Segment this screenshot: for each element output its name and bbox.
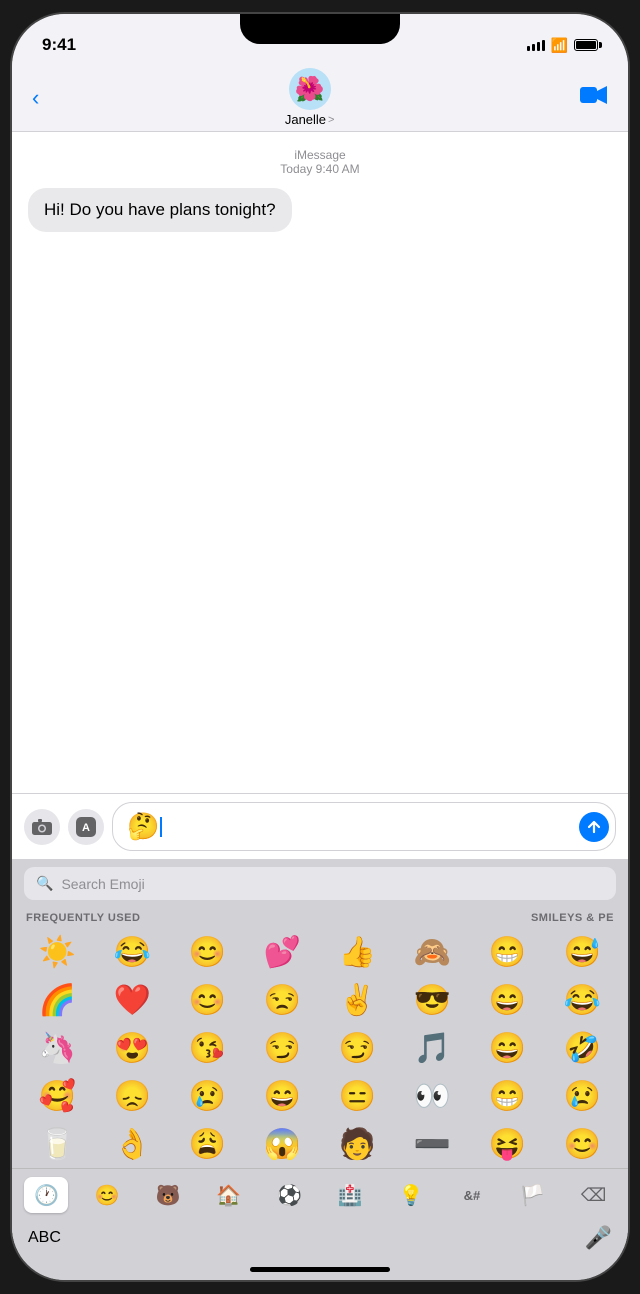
message-row: Hi! Do you have plans tonight? xyxy=(28,188,612,232)
emoji-laugh2[interactable]: 😄 xyxy=(245,1074,320,1118)
emoji-row-2: 🌈 ❤️ 😊 😒 ✌️ 😎 😄 😂 xyxy=(12,976,628,1024)
emoji-row-4: 🥰 😞 😢 😄 😑 👀 😁 😢 xyxy=(12,1072,628,1120)
tab-activities[interactable]: ⚽ xyxy=(268,1177,312,1213)
emoji-unamused[interactable]: 😒 xyxy=(245,978,320,1022)
emoji-tab-bar: 🕐 😊 🐻 🏠 ⚽ 🏥 💡 &# 🏳️ ⌫ xyxy=(12,1168,628,1219)
tab-smileys[interactable]: 😊 xyxy=(85,1177,129,1213)
emoji-cry[interactable]: 😢 xyxy=(170,1074,245,1118)
phone-screen: 9:41 📶 ‹ 🌺 xyxy=(12,14,628,1280)
emoji-music[interactable]: 🎵 xyxy=(395,1026,470,1070)
keyboard-bottom-bar: ABC 🎤 xyxy=(12,1219,628,1261)
emoji-ok[interactable]: 👌 xyxy=(95,1122,170,1166)
search-icon: 🔍 xyxy=(36,875,53,892)
emoji-zany[interactable]: 😄 xyxy=(470,1026,545,1070)
tab-places[interactable]: 🏥 xyxy=(328,1177,372,1213)
chevron-right-icon: > xyxy=(328,114,334,126)
tab-animals[interactable]: 🐻 xyxy=(146,1177,190,1213)
svg-text:A: A xyxy=(82,822,90,834)
emoji-grin2[interactable]: 😁 xyxy=(470,1074,545,1118)
text-cursor xyxy=(160,817,162,837)
home-indicator xyxy=(250,1267,390,1272)
tab-symbols[interactable]: 💡 xyxy=(389,1177,433,1213)
status-time: 9:41 xyxy=(42,35,76,55)
input-area: A 🤔 xyxy=(12,793,628,859)
tab-recent[interactable]: 🕐 xyxy=(24,1177,68,1213)
emoji-laugh-cry[interactable]: 😂 xyxy=(95,930,170,974)
phone-frame: 9:41 📶 ‹ 🌺 xyxy=(10,12,630,1282)
thinking-emoji: 🤔 xyxy=(127,811,159,842)
emoji-minus[interactable]: ➖ xyxy=(395,1122,470,1166)
emoji-search-bar[interactable]: 🔍 Search Emoji xyxy=(24,867,616,900)
message-bubble: Hi! Do you have plans tonight? xyxy=(28,188,292,232)
emoji-kiss[interactable]: 😘 xyxy=(170,1026,245,1070)
emoji-tired[interactable]: 😩 xyxy=(170,1122,245,1166)
emoji-unicorn[interactable]: 🦄 xyxy=(20,1026,95,1070)
emoji-cry-laugh[interactable]: 😂 xyxy=(545,978,620,1022)
abc-button[interactable]: ABC xyxy=(28,1229,61,1247)
nav-bar: ‹ 🌺 Janelle > xyxy=(12,64,628,132)
emoji-smile[interactable]: 😊 xyxy=(170,930,245,974)
emoji-row-3: 🦄 😍 😘 😏 😏 🎵 😄 🤣 xyxy=(12,1024,628,1072)
send-button[interactable] xyxy=(579,812,609,842)
emoji-expressionless[interactable]: 😑 xyxy=(320,1074,395,1118)
delete-button[interactable]: ⌫ xyxy=(572,1177,616,1213)
video-call-button[interactable] xyxy=(580,84,608,112)
emoji-sun[interactable]: ☀️ xyxy=(20,930,95,974)
emoji-row-1: ☀️ 😂 😊 💕 👍 🙈 😁 😅 xyxy=(12,928,628,976)
battery-icon xyxy=(574,39,598,51)
emoji-red-heart[interactable]: ❤️ xyxy=(95,978,170,1022)
emoji-search-input[interactable]: Search Emoji xyxy=(61,876,144,892)
emoji-sweat-smile[interactable]: 😅 xyxy=(545,930,620,974)
emoji-beam[interactable]: 😄 xyxy=(470,978,545,1022)
emoji-monkey[interactable]: 🙈 xyxy=(395,930,470,974)
emoji-hearts[interactable]: 💕 xyxy=(245,930,320,974)
emoji-sunglasses[interactable]: 😎 xyxy=(395,978,470,1022)
imessage-label: iMessage xyxy=(28,148,612,162)
message-timestamp: Today 9:40 AM xyxy=(28,162,612,176)
smileys-label: SMILEYS & PE xyxy=(531,912,614,924)
emoji-grin[interactable]: 😁 xyxy=(470,930,545,974)
emoji-rainbow[interactable]: 🌈 xyxy=(20,978,95,1022)
emoji-happy[interactable]: 😊 xyxy=(170,978,245,1022)
avatar: 🌺 xyxy=(289,68,331,110)
emoji-smile2[interactable]: 😊 xyxy=(545,1122,620,1166)
emoji-person[interactable]: 🧑 xyxy=(320,1122,395,1166)
message-meta: iMessage Today 9:40 AM xyxy=(28,148,612,176)
tab-food[interactable]: 🏠 xyxy=(207,1177,251,1213)
message-area: iMessage Today 9:40 AM Hi! Do you have p… xyxy=(12,132,628,793)
emoji-tongue[interactable]: 😝 xyxy=(470,1122,545,1166)
contact-header[interactable]: 🌺 Janelle > xyxy=(285,68,335,127)
camera-button[interactable] xyxy=(24,809,60,845)
contact-name: Janelle > xyxy=(285,112,335,127)
microphone-icon[interactable]: 🎤 xyxy=(585,1225,612,1251)
emoji-love[interactable]: 🥰 xyxy=(20,1074,95,1118)
message-text: Hi! Do you have plans tonight? xyxy=(44,200,276,219)
message-input[interactable]: 🤔 xyxy=(112,802,616,851)
emoji-disappointed[interactable]: 😞 xyxy=(95,1074,170,1118)
emoji-smirk[interactable]: 😏 xyxy=(245,1026,320,1070)
app-store-button[interactable]: A xyxy=(68,809,104,845)
frequently-used-label: FREQUENTLY USED xyxy=(26,912,140,924)
tab-extra[interactable]: &# xyxy=(450,1177,494,1213)
emoji-surprised[interactable]: 😱 xyxy=(245,1122,320,1166)
emoji-peace[interactable]: ✌️ xyxy=(320,978,395,1022)
wifi-icon: 📶 xyxy=(551,37,568,54)
emoji-eyes[interactable]: 👀 xyxy=(395,1074,470,1118)
back-button[interactable]: ‹ xyxy=(32,85,39,111)
emoji-thumbsup[interactable]: 👍 xyxy=(320,930,395,974)
emoji-row-5: 🥛 👌 😩 😱 🧑 ➖ 😝 😊 xyxy=(12,1120,628,1168)
emoji-section-header: FREQUENTLY USED SMILEYS & PE xyxy=(12,908,628,928)
emoji-cry2[interactable]: 😢 xyxy=(545,1074,620,1118)
emoji-heart-eyes[interactable]: 😍 xyxy=(95,1026,170,1070)
notch xyxy=(240,14,400,44)
emoji-wink[interactable]: 😏 xyxy=(320,1026,395,1070)
tab-flags[interactable]: 🏳️ xyxy=(511,1177,555,1213)
emoji-milk[interactable]: 🥛 xyxy=(20,1122,95,1166)
emoji-keyboard: 🔍 Search Emoji FREQUENTLY USED SMILEYS &… xyxy=(12,859,628,1280)
status-icons: 📶 xyxy=(527,37,598,54)
emoji-grid: ☀️ 😂 😊 💕 👍 🙈 😁 😅 🌈 ❤️ 😊 😒 ✌️ 😎 xyxy=(12,928,628,1168)
signal-bars-icon xyxy=(527,40,545,51)
emoji-rofl[interactable]: 🤣 xyxy=(545,1026,620,1070)
